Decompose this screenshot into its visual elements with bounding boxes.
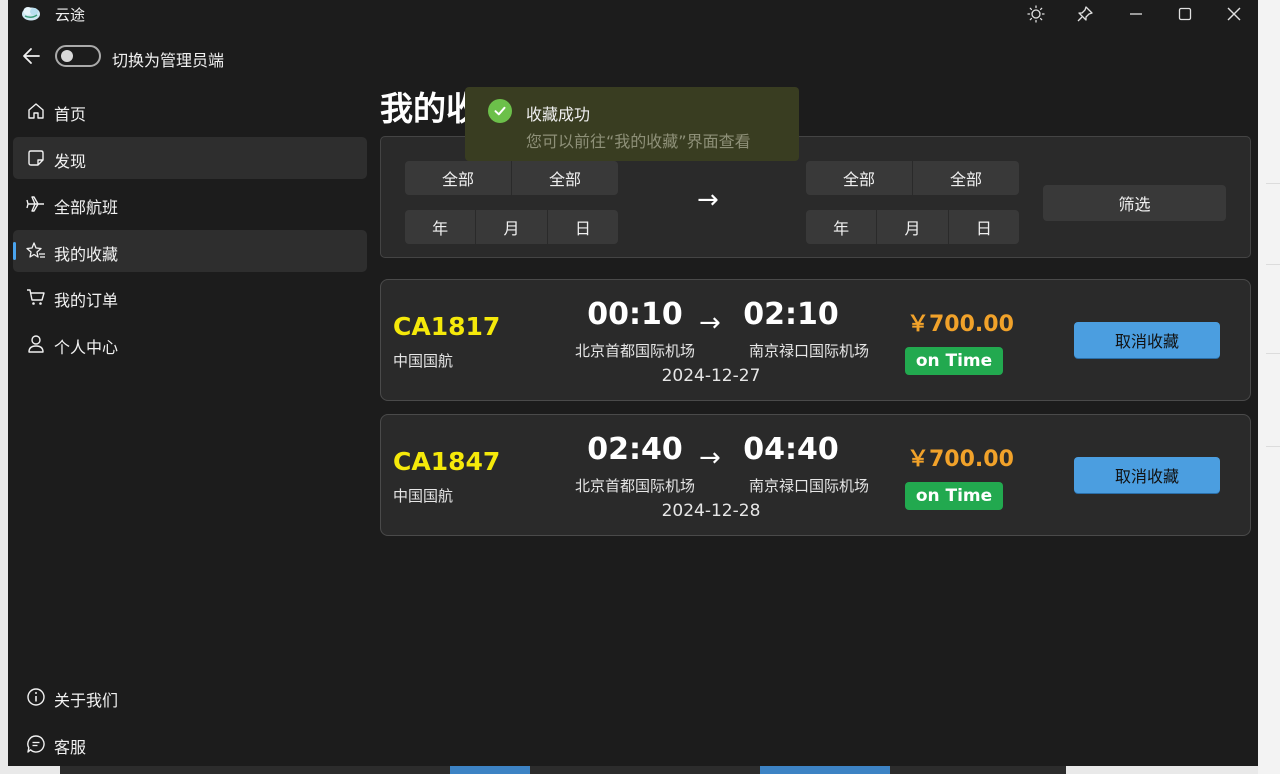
check-circle-icon <box>488 99 512 123</box>
cloud-logo-icon <box>22 7 40 21</box>
status-badge: on Time <box>905 482 1003 510</box>
success-toast: 收藏成功 您可以前往“我的收藏”界面查看 <box>465 87 799 161</box>
admin-mode-toggle[interactable] <box>55 45 101 67</box>
active-indicator <box>13 242 16 260</box>
departure-date-selector: 年 月 日 <box>405 210 618 244</box>
sidebar-item-about[interactable]: 关于我们 <box>13 676 367 718</box>
sidebar-item-label: 我的订单 <box>54 291 119 310</box>
pin-icon <box>1077 6 1093 22</box>
airline-name: 中国国航 <box>393 487 454 505</box>
sidebar-item-discover[interactable]: 发现 <box>13 137 367 179</box>
airplane-icon <box>26 196 44 212</box>
arrival-airport: 南京禄口国际机场 <box>748 477 869 495</box>
home-icon <box>28 103 44 119</box>
maximize-icon <box>1178 7 1192 21</box>
pin-button[interactable] <box>1068 2 1102 26</box>
arrival-airport: 南京禄口国际机场 <box>748 342 869 360</box>
toast-title: 收藏成功 <box>526 105 591 124</box>
flight-number: CA1817 <box>393 312 501 341</box>
person-icon <box>28 335 44 353</box>
sun-icon <box>1027 5 1045 23</box>
app-title: 云途 <box>55 6 86 24</box>
arrival-year-select[interactable]: 年 <box>806 210 876 244</box>
star-list-icon <box>26 242 45 258</box>
flight-date: 2024-12-28 <box>661 501 761 521</box>
direction-arrow: → <box>697 185 719 215</box>
flight-date: 2024-12-27 <box>661 366 761 386</box>
arrival-time: 04:40 <box>743 432 839 467</box>
flight-number: CA1847 <box>393 447 501 476</box>
toast-message: 您可以前往“我的收藏”界面查看 <box>526 132 751 151</box>
sidebar-item-label: 首页 <box>54 105 87 124</box>
cart-icon <box>27 289 45 305</box>
theme-toggle-button[interactable] <box>1019 2 1053 26</box>
sidebar-item-label: 我的收藏 <box>54 245 119 264</box>
route-arrow: → <box>699 443 721 473</box>
departure-airport: 北京首都国际机场 <box>574 477 695 495</box>
title-bar: 云途 <box>8 0 1258 28</box>
note-icon <box>28 150 44 166</box>
departure-month-select[interactable]: 月 <box>475 210 546 244</box>
flight-card: CA1847 中国国航 02:40 北京首都国际机场 → 04:40 南京禄口国… <box>380 414 1251 536</box>
flight-price: ￥700.00 <box>907 312 1014 337</box>
flight-card: CA1817 中国国航 00:10 北京首都国际机场 → 02:10 南京禄口国… <box>380 279 1251 401</box>
arrival-time: 02:10 <box>743 297 839 332</box>
minimize-button[interactable] <box>1119 2 1153 26</box>
sidebar-item-label: 关于我们 <box>54 691 119 710</box>
sidebar-item-favorites[interactable]: 我的收藏 <box>13 230 367 272</box>
departure-day-select[interactable]: 日 <box>546 210 618 244</box>
sidebar-item-profile[interactable]: 个人中心 <box>13 323 367 365</box>
departure-year-select[interactable]: 年 <box>405 210 475 244</box>
arrival-city-select[interactable]: 全部 <box>912 161 1019 195</box>
back-arrow-icon <box>23 48 40 64</box>
departure-airport: 北京首都国际机场 <box>574 342 695 360</box>
background-window <box>60 766 1066 774</box>
desktop-background <box>1258 0 1280 774</box>
close-button[interactable] <box>1217 2 1251 26</box>
sidebar-item-label: 全部航班 <box>54 198 119 217</box>
arrival-place-selector: 全部 全部 <box>806 161 1019 195</box>
chat-icon <box>27 735 45 753</box>
sidebar-item-orders[interactable]: 我的订单 <box>13 276 367 318</box>
departure-time: 02:40 <box>587 432 683 467</box>
background-button <box>450 766 530 774</box>
status-badge: on Time <box>905 347 1003 375</box>
departure-place-selector: 全部 全部 <box>405 161 618 195</box>
departure-province-select[interactable]: 全部 <box>405 161 511 195</box>
filter-button[interactable]: 筛选 <box>1043 185 1226 221</box>
unfavorite-button[interactable]: 取消收藏 <box>1074 457 1220 493</box>
unfavorite-button[interactable]: 取消收藏 <box>1074 322 1220 358</box>
app-window: 云途 切换为管理员端 首页 发现 全部航班 我的收藏 我的订单 个人中心 关于我… <box>8 0 1258 766</box>
minimize-icon <box>1130 13 1142 15</box>
sidebar-item-home[interactable]: 首页 <box>13 90 367 132</box>
sidebar-item-label: 发现 <box>54 152 87 171</box>
toggle-knob <box>61 50 73 62</box>
arrival-date-selector: 年 月 日 <box>806 210 1019 244</box>
sidebar-item-label: 客服 <box>54 738 87 757</box>
arrival-month-select[interactable]: 月 <box>876 210 947 244</box>
sidebar-item-label: 个人中心 <box>54 338 119 357</box>
maximize-button[interactable] <box>1168 2 1202 26</box>
admin-mode-label: 切换为管理员端 <box>112 51 225 70</box>
arrival-day-select[interactable]: 日 <box>947 210 1019 244</box>
background-button <box>760 766 890 774</box>
sidebar-item-all-flights[interactable]: 全部航班 <box>13 183 367 225</box>
back-button[interactable] <box>21 44 43 68</box>
sidebar-item-support[interactable]: 客服 <box>13 723 367 765</box>
departure-city-select[interactable]: 全部 <box>511 161 618 195</box>
route-arrow: → <box>699 308 721 338</box>
arrival-province-select[interactable]: 全部 <box>806 161 912 195</box>
flight-price: ￥700.00 <box>907 447 1014 472</box>
departure-time: 00:10 <box>587 297 683 332</box>
info-icon <box>27 688 45 706</box>
close-icon <box>1227 7 1241 21</box>
airline-name: 中国国航 <box>393 352 454 370</box>
